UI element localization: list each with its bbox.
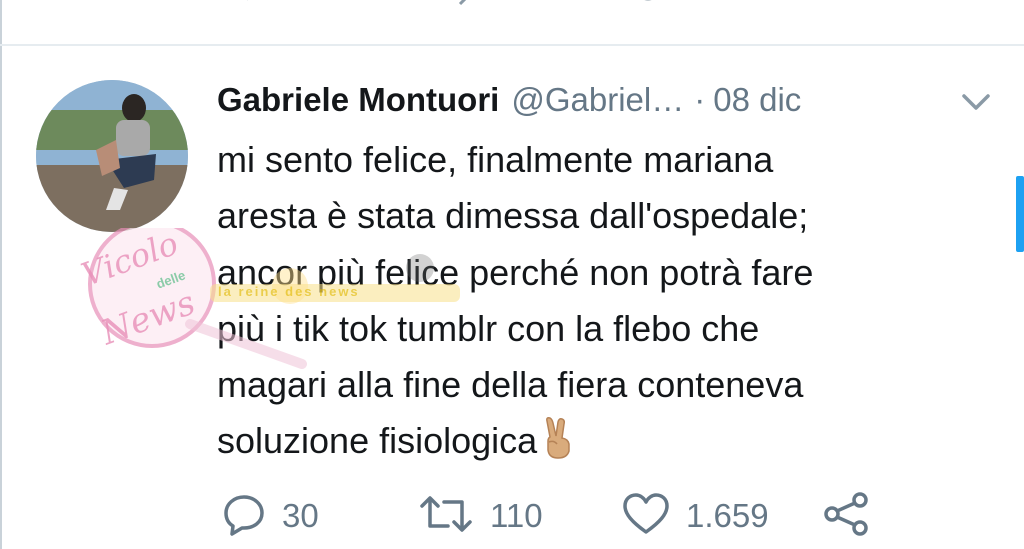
reply-icon[interactable] bbox=[238, 0, 268, 13]
tweet-text-line: ancor più felice perché non potrà fare bbox=[217, 251, 814, 293]
heart-icon bbox=[622, 492, 670, 541]
chevron-down-icon[interactable] bbox=[958, 88, 994, 116]
previous-tweet-actions: 12 bbox=[0, 0, 1024, 14]
tweet-text-line: magari alla fine della fiera conteneva bbox=[217, 364, 804, 406]
watermark-brand-line: Vicolo bbox=[76, 224, 183, 294]
tweet-date[interactable]: 08 dic bbox=[713, 81, 801, 119]
watermark-brand-line: delle bbox=[154, 267, 188, 292]
tweet-text-line-last: soluzione fisiologica bbox=[217, 413, 937, 475]
retweet-count: 110 bbox=[490, 497, 543, 534]
tweet-divider bbox=[0, 44, 1024, 46]
tweet-header: Gabriele Montuori @Gabriel… · 08 dic bbox=[217, 78, 801, 122]
tweet-actions: 30 110 1.659 bbox=[0, 490, 1024, 542]
tweet-text-line: mi sento felice, finalmente mariana bbox=[217, 139, 774, 180]
tweet-text-line: più i tik tok tumblr con la flebo che bbox=[217, 307, 760, 349]
retweet-icon bbox=[418, 492, 474, 541]
author-name[interactable]: Gabriele Montuori bbox=[217, 81, 499, 119]
watermark-brand-line: News bbox=[96, 282, 201, 354]
header-separator: · bbox=[694, 81, 706, 118]
reply-icon bbox=[222, 492, 266, 541]
reply-button[interactable]: 30 bbox=[222, 490, 319, 542]
avatar[interactable] bbox=[36, 80, 188, 232]
like-button[interactable]: 1.659 bbox=[622, 490, 769, 542]
tweet-text-line: soluzione fisiologica bbox=[217, 420, 538, 462]
share-icon[interactable] bbox=[850, 0, 874, 13]
victory-hand-emoji bbox=[541, 417, 575, 475]
share-button[interactable] bbox=[822, 490, 870, 542]
retweet-button[interactable]: 110 bbox=[418, 490, 543, 542]
author-handle[interactable]: @Gabriel… bbox=[511, 81, 684, 119]
like-count: 1.659 bbox=[686, 497, 769, 534]
retweet-icon[interactable] bbox=[290, 0, 310, 13]
retweet-icon[interactable] bbox=[432, 0, 476, 13]
tweet-text-line: aresta è stata dimessa dall'ospedale; bbox=[217, 195, 809, 237]
tweet-text: mi sento felice, finalmente mariana ares… bbox=[217, 132, 937, 476]
share-icon bbox=[822, 491, 870, 541]
left-border bbox=[0, 0, 2, 549]
reply-count: 30 bbox=[282, 497, 319, 534]
heart-icon[interactable] bbox=[628, 0, 668, 13]
scroll-indicator[interactable] bbox=[1016, 176, 1024, 252]
